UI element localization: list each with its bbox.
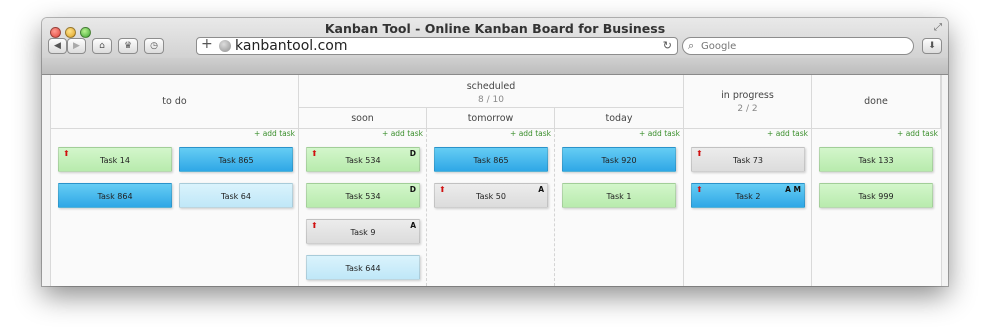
download-button[interactable]: ⬇ [922, 38, 942, 54]
task-title: Task 133 [858, 156, 894, 165]
task-tag: D [409, 185, 416, 194]
back-button[interactable]: ◀ [48, 38, 67, 54]
task-tag: A M [785, 185, 801, 194]
task-title: Task 999 [858, 192, 894, 201]
column-name: soon [351, 113, 374, 124]
task-title: Task 865 [473, 156, 509, 165]
task-card[interactable]: Task 999 [819, 183, 933, 208]
add-task-link[interactable]: + add task [510, 129, 551, 138]
task-card[interactable]: Task 865 [434, 147, 548, 172]
titlebar: Kanban Tool - Online Kanban Board for Bu… [42, 18, 948, 75]
task-card[interactable]: ⬆ A Task 50 [434, 183, 548, 208]
bookmarks-button[interactable]: ♛ [118, 38, 138, 54]
address-bar[interactable]: + kanbantool.com ↻ [196, 36, 678, 55]
task-title: Task 644 [345, 264, 381, 273]
priority-arrow-icon: ⬆ [439, 185, 446, 194]
download-icon: ⬇ [928, 41, 936, 51]
column-name: in progress [721, 90, 774, 101]
task-title: Task 534 [345, 192, 381, 201]
column-header-done: done [812, 75, 941, 129]
task-card[interactable]: Task 64 [179, 183, 293, 208]
task-card[interactable]: ⬆ A M Task 2 [691, 183, 805, 208]
task-card[interactable]: Task 920 [562, 147, 676, 172]
add-task-link[interactable]: + add task [639, 129, 680, 138]
column-header-in-progress: in progress 2 / 2 [684, 75, 812, 129]
column-today: + add task Task 920 Task 1 [555, 129, 684, 286]
search-icon: ⌕ [688, 39, 695, 52]
task-title: Task 864 [97, 192, 133, 201]
forward-icon: ▶ [73, 41, 80, 51]
task-card[interactable]: D Task 534 [306, 183, 420, 208]
task-title: Task 1 [606, 192, 632, 201]
column-soon: + add task ⬆ D Task 534 D Task 534 ⬆ A T… [299, 129, 427, 286]
column-done: + add task Task 133 Task 999 [812, 129, 941, 286]
bookmarks-icon: ♛ [123, 41, 133, 51]
column-tomorrow: + add task Task 865 ⬆ A Task 50 [427, 129, 555, 286]
task-card[interactable]: ⬆ Task 73 [691, 147, 805, 172]
task-title: Task 534 [345, 156, 381, 165]
fullscreen-icon[interactable]: ⤢ [934, 22, 942, 33]
column-in-progress: + add task ⬆ Task 73 ⬆ A M Task 2 [684, 129, 812, 286]
column-name: today [605, 113, 633, 124]
column-todo: + add task ⬆ Task 14 Task 865 Task 864 T… [51, 129, 299, 286]
task-card[interactable]: Task 865 [179, 147, 293, 172]
priority-arrow-icon: ⬆ [63, 149, 70, 158]
history-icon: ◷ [150, 41, 158, 51]
task-card[interactable]: Task 1 [562, 183, 676, 208]
column-header-tomorrow: tomorrow [427, 108, 555, 129]
column-header-soon: soon [299, 108, 427, 129]
add-task-link[interactable]: + add task [767, 129, 808, 138]
task-card[interactable]: ⬆ A Task 9 [306, 219, 420, 244]
task-title: Task 2 [735, 192, 761, 201]
task-title: Task 73 [733, 156, 763, 165]
search-bar[interactable]: ⌕ [682, 37, 914, 55]
task-card[interactable]: Task 644 [306, 255, 420, 280]
add-task-link[interactable]: + add task [254, 129, 295, 138]
task-tag: A [538, 185, 544, 194]
task-card[interactable]: ⬆ Task 14 [58, 147, 172, 172]
column-header-scheduled: scheduled 8 / 10 [299, 75, 684, 108]
task-title: Task 9 [350, 228, 376, 237]
task-title: Task 920 [601, 156, 637, 165]
column-name: done [864, 96, 888, 107]
forward-button[interactable]: ▶ [67, 38, 86, 54]
priority-arrow-icon: ⬆ [696, 149, 703, 158]
kanban-board: to do scheduled 8 / 10 soon tomorrow tod… [50, 75, 942, 286]
task-tag: D [409, 149, 416, 158]
task-card[interactable]: Task 133 [819, 147, 933, 172]
task-card[interactable]: Task 864 [58, 183, 172, 208]
column-header-todo: to do [51, 75, 299, 129]
task-card[interactable]: ⬆ D Task 534 [306, 147, 420, 172]
add-tab-icon[interactable]: + [201, 36, 213, 52]
task-title: Task 50 [476, 192, 506, 201]
task-title: Task 64 [221, 192, 251, 201]
task-tag: A [410, 221, 416, 230]
task-title: Task 14 [100, 156, 130, 165]
priority-arrow-icon: ⬆ [311, 221, 318, 230]
home-icon: ⌂ [99, 41, 105, 51]
globe-icon [219, 40, 231, 52]
home-button[interactable]: ⌂ [92, 38, 112, 54]
add-task-link[interactable]: + add task [897, 129, 938, 138]
browser-window: Kanban Tool - Online Kanban Board for Bu… [42, 18, 948, 286]
reload-icon[interactable]: ↻ [663, 39, 672, 52]
column-name: scheduled [466, 81, 516, 92]
history-button[interactable]: ◷ [144, 38, 164, 54]
wip-limit: 2 / 2 [737, 104, 758, 114]
column-name: tomorrow [467, 113, 514, 124]
column-name: to do [162, 96, 187, 107]
priority-arrow-icon: ⬆ [311, 149, 318, 158]
wip-limit: 8 / 10 [478, 95, 504, 105]
priority-arrow-icon: ⬆ [696, 185, 703, 194]
column-header-today: today [555, 108, 684, 129]
back-icon: ◀ [54, 41, 61, 51]
url-text[interactable]: kanbantool.com [235, 38, 348, 54]
window-title: Kanban Tool - Online Kanban Board for Bu… [324, 21, 666, 36]
bookmarks-bar [42, 58, 948, 74]
task-title: Task 865 [218, 156, 254, 165]
add-task-link[interactable]: + add task [382, 129, 423, 138]
search-input[interactable] [701, 39, 901, 53]
